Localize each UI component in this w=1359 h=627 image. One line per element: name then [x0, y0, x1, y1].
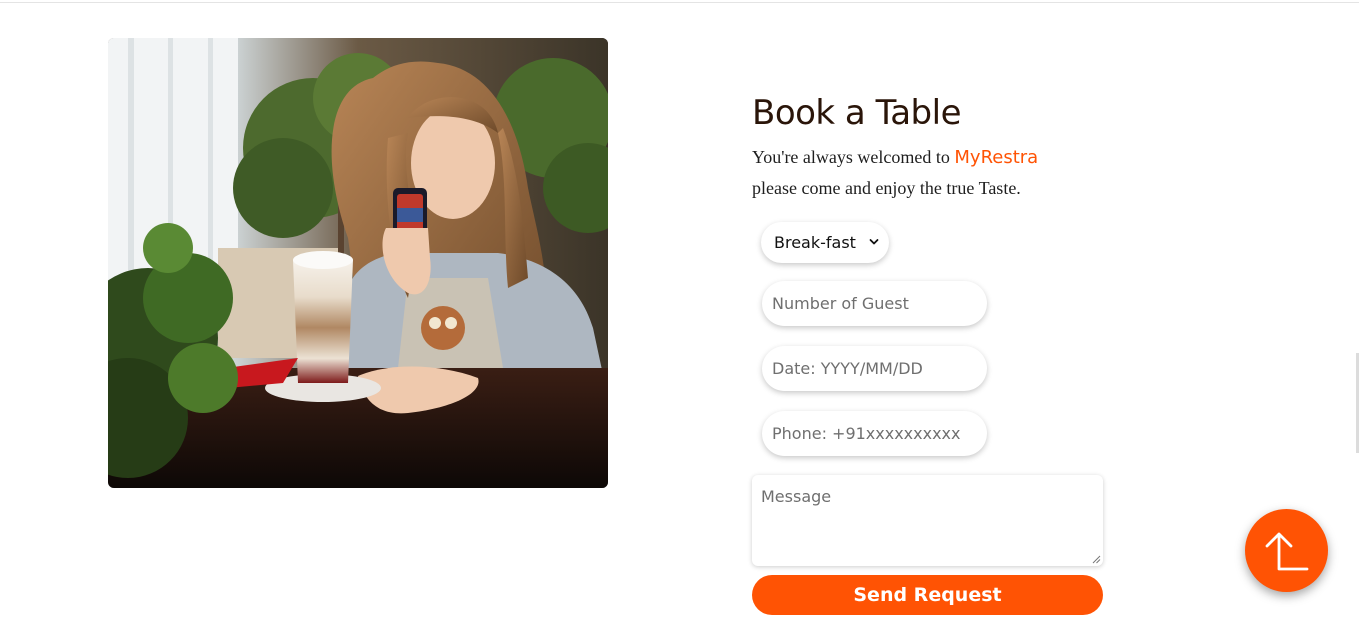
- phone-input[interactable]: Phone: +91xxxxxxxxxx: [762, 411, 987, 456]
- booking-form: Book a Table You're always welcomed to M…: [752, 90, 1112, 203]
- date-input[interactable]: Date: YYYY/MM/DD: [762, 346, 987, 391]
- scroll-to-top-button[interactable]: [1245, 509, 1328, 592]
- brand-name: MyRestra: [954, 147, 1039, 168]
- booking-title: Book a Table: [752, 93, 962, 133]
- resize-grip-icon[interactable]: [1092, 555, 1101, 564]
- message-placeholder: Message: [761, 487, 832, 506]
- meal-type-value: Break-fast: [774, 233, 856, 252]
- arrow-up-icon: [1265, 532, 1308, 570]
- guests-placeholder: Number of Guest: [772, 294, 909, 313]
- cafe-photo: [108, 38, 608, 488]
- message-textarea[interactable]: Message: [752, 475, 1103, 566]
- phone-placeholder: Phone: +91xxxxxxxxxx: [772, 424, 961, 443]
- chevron-down-icon: [869, 239, 879, 245]
- top-divider: [0, 2, 1359, 3]
- intro-suffix: please come and enjoy the true Taste.: [752, 178, 1021, 198]
- meal-type-select[interactable]: Break-fast: [761, 222, 889, 263]
- guests-input[interactable]: Number of Guest: [762, 281, 987, 326]
- booking-intro: You're always welcomed to MyRestra pleas…: [752, 142, 1112, 203]
- intro-prefix: You're always welcomed to: [752, 147, 955, 167]
- book-table-section: Book a Table You're always welcomed to M…: [0, 0, 1359, 627]
- send-request-button[interactable]: Send Request: [752, 575, 1103, 615]
- date-placeholder: Date: YYYY/MM/DD: [772, 359, 923, 378]
